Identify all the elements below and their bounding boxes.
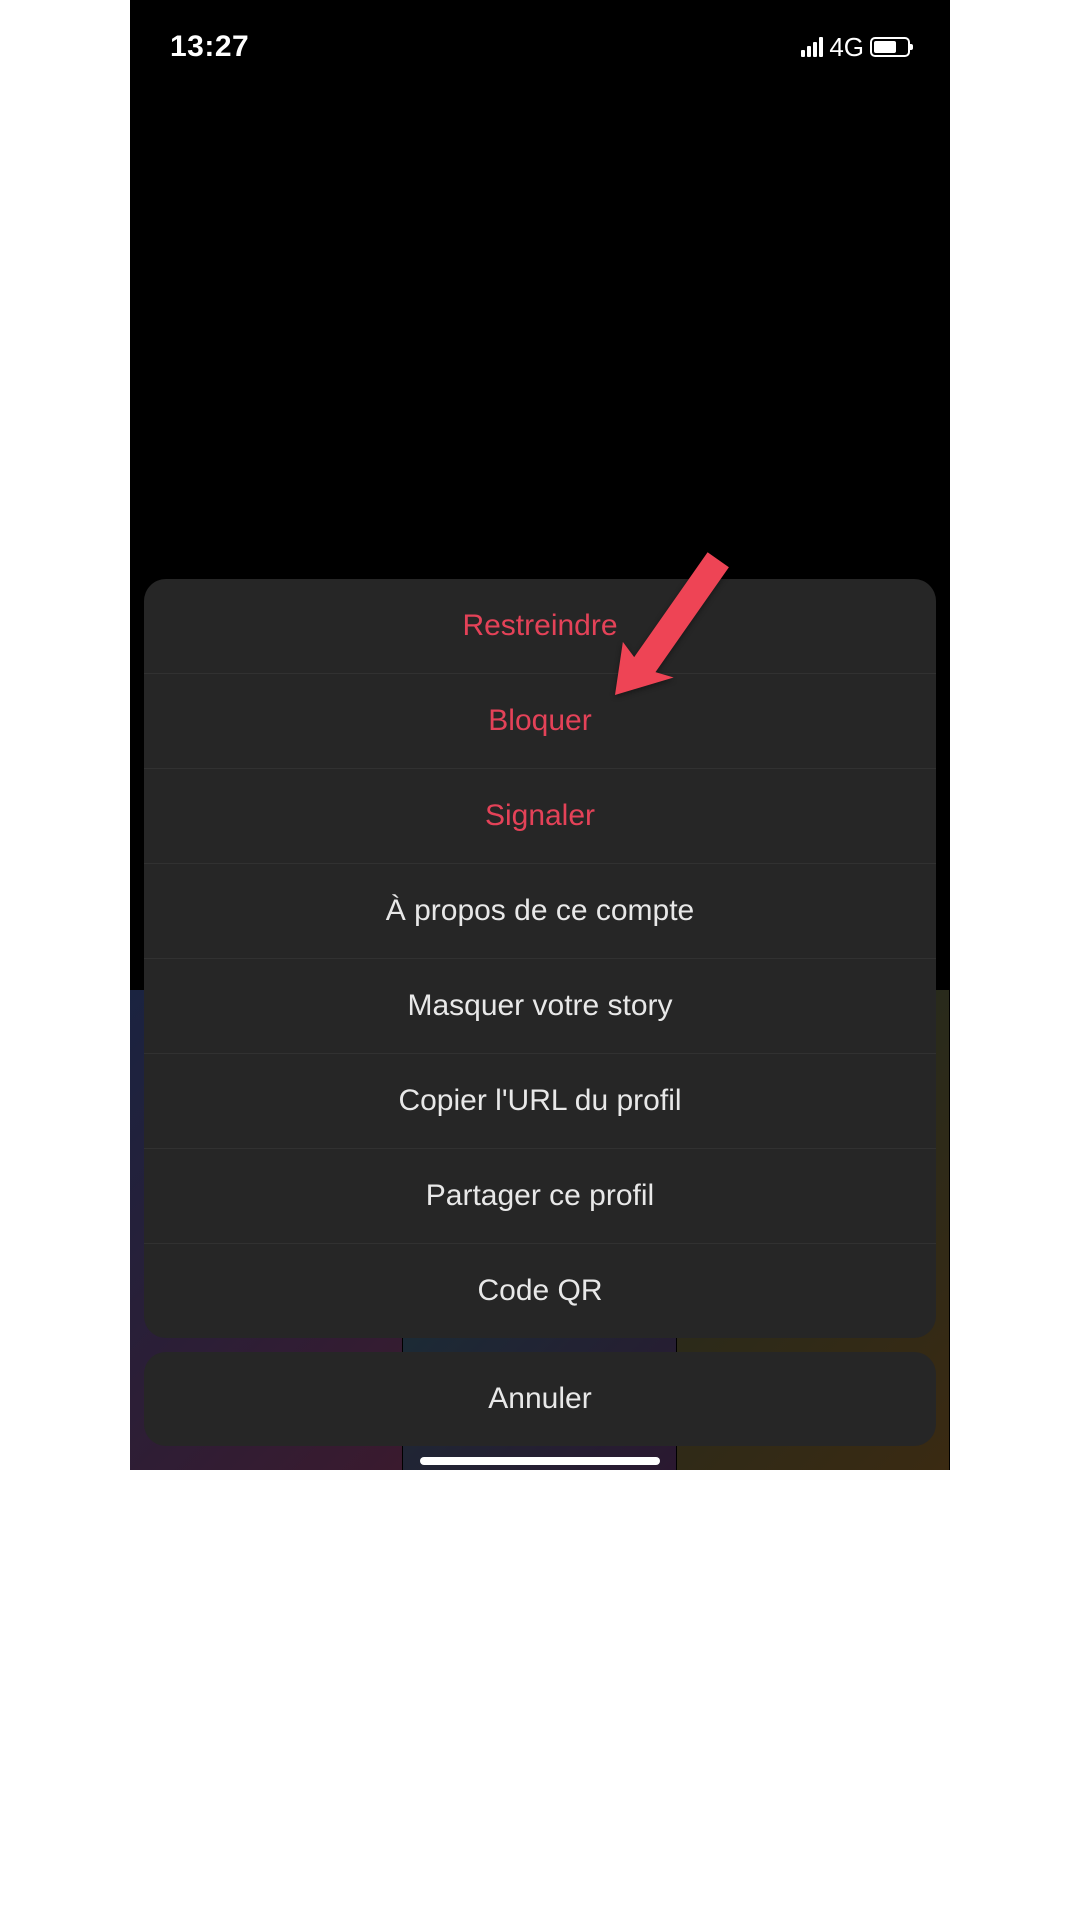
home-indicator[interactable] <box>420 1457 660 1465</box>
option-restrict[interactable]: Restreindre <box>144 579 936 674</box>
cancel-sheet: Annuler <box>144 1352 936 1446</box>
phone-screen: 13:27 4G RestreindreBloquerSignalerÀ pro… <box>130 0 950 1470</box>
option-about-account[interactable]: À propos de ce compte <box>144 864 936 959</box>
action-sheet-container: RestreindreBloquerSignalerÀ propos de ce… <box>144 579 936 1446</box>
status-indicators: 4G <box>801 32 910 63</box>
option-report[interactable]: Signaler <box>144 769 936 864</box>
option-copy-url[interactable]: Copier l'URL du profil <box>144 1054 936 1149</box>
option-hide-story[interactable]: Masquer votre story <box>144 959 936 1054</box>
option-share-profile[interactable]: Partager ce profil <box>144 1149 936 1244</box>
status-bar: 13:27 4G <box>130 30 950 64</box>
signal-icon <box>801 37 823 57</box>
battery-icon <box>870 37 910 57</box>
option-block[interactable]: Bloquer <box>144 674 936 769</box>
option-qr-code[interactable]: Code QR <box>144 1244 936 1338</box>
status-time: 13:27 <box>170 30 249 64</box>
action-sheet: RestreindreBloquerSignalerÀ propos de ce… <box>144 579 936 1338</box>
network-label: 4G <box>829 32 864 63</box>
cancel-button[interactable]: Annuler <box>144 1352 936 1446</box>
